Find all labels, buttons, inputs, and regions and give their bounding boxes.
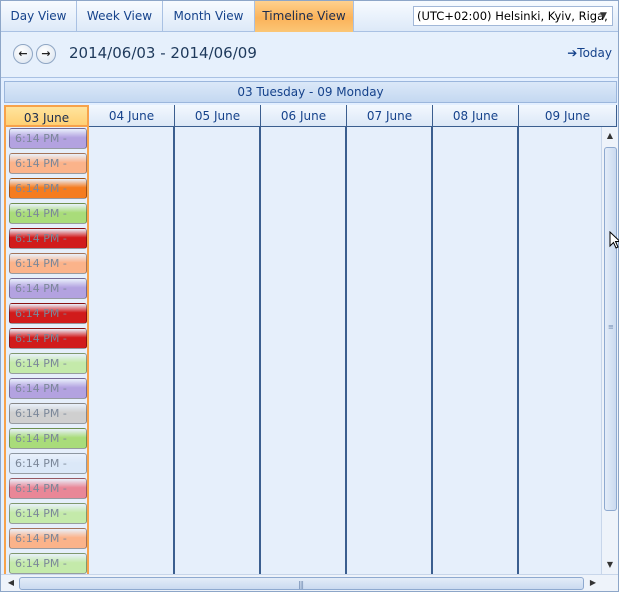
day-header-09-june[interactable]: 09 June	[519, 105, 617, 127]
today-link[interactable]: ➔Today	[567, 46, 612, 60]
today-label: Today	[577, 46, 612, 60]
grip-icon: ≡	[608, 323, 614, 331]
day-header-06-june[interactable]: 06 June	[261, 105, 347, 127]
appointment-item[interactable]: 6:14 PM -	[9, 253, 87, 274]
tab-week-view[interactable]: Week View	[77, 1, 163, 32]
appointment-item[interactable]: 6:14 PM -	[9, 328, 87, 349]
day-header-04-june[interactable]: 04 June	[89, 105, 175, 127]
day-headers: 03 June 04 June 05 June 06 June 07 June …	[4, 105, 617, 127]
horizontal-scrollbar[interactable]: ◀ ||| ▶	[1, 574, 618, 591]
scroll-down-icon[interactable]: ▼	[602, 557, 618, 573]
appointment-item[interactable]: 6:14 PM -	[9, 203, 87, 224]
appointment-item[interactable]: 6:14 PM -	[9, 403, 87, 424]
timeline-grid: 6:14 PM - 6:14 PM - 6:14 PM - 6:14 PM - 6:14…	[4, 127, 601, 574]
appointment-item[interactable]: 6:14 PM -	[9, 128, 87, 149]
appointment-item[interactable]: 6:14 PM -	[9, 153, 87, 174]
vertical-scroll-thumb[interactable]: ≡	[604, 147, 617, 511]
day-header-03-june[interactable]: 03 June	[4, 105, 89, 127]
appointment-item[interactable]: 6:14 PM -	[9, 553, 87, 574]
appointment-item[interactable]: 6:14 PM -	[9, 278, 87, 299]
day-column-08-june[interactable]	[433, 127, 519, 574]
tab-timeline-view[interactable]: Timeline View	[255, 1, 354, 32]
day-header-08-june[interactable]: 08 June	[433, 105, 519, 127]
view-tabbar: Day View Week View Month View Timeline V…	[1, 1, 618, 32]
day-column-06-june[interactable]	[261, 127, 347, 574]
appointment-item[interactable]: 6:14 PM -	[9, 478, 87, 499]
tab-day-view[interactable]: Day View	[1, 1, 77, 32]
tab-month-view[interactable]: Month View	[163, 1, 255, 32]
day-column-04-june[interactable]	[89, 127, 175, 574]
appointment-item[interactable]: 6:14 PM -	[9, 178, 87, 199]
previous-button[interactable]: ←	[13, 44, 33, 64]
appointment-item[interactable]: 6:14 PM -	[9, 528, 87, 549]
right-arrow-icon: →	[41, 47, 51, 60]
day-column-03-june[interactable]: 6:14 PM - 6:14 PM - 6:14 PM - 6:14 PM - 6:14…	[4, 127, 89, 574]
appointment-item[interactable]: 6:14 PM -	[9, 228, 87, 249]
arrow-right-icon: ➔	[567, 46, 578, 60]
scroll-right-icon[interactable]: ▶	[585, 575, 601, 591]
vertical-scrollbar[interactable]: ▲ ≡ ▼	[601, 127, 618, 574]
day-column-07-june[interactable]	[347, 127, 433, 574]
navigation-bar: ← → 2014/06/03 - 2014/06/09 ➔Today	[1, 32, 618, 78]
scroll-up-icon[interactable]: ▲	[602, 128, 618, 144]
day-header-07-june[interactable]: 07 June	[347, 105, 433, 127]
appointment-item[interactable]: 6:14 PM -	[9, 303, 87, 324]
day-column-09-june[interactable]	[519, 127, 601, 574]
scroll-left-icon[interactable]: ◀	[3, 575, 19, 591]
appointment-item[interactable]: 6:14 PM -	[9, 503, 87, 524]
grip-icon: |||	[298, 580, 304, 589]
date-range-title: 2014/06/03 - 2014/06/09	[69, 44, 257, 62]
range-header: 03 Tuesday - 09 Monday	[4, 81, 617, 103]
appointment-item[interactable]: 6:14 PM -	[9, 428, 87, 449]
day-column-05-june[interactable]	[175, 127, 261, 574]
mouse-cursor-icon	[609, 231, 619, 249]
appointment-item[interactable]: 6:14 PM -	[9, 453, 87, 474]
next-button[interactable]: →	[36, 44, 56, 64]
appointment-item[interactable]: 6:14 PM -	[9, 378, 87, 399]
left-arrow-icon: ←	[18, 47, 28, 60]
appointment-item[interactable]: 6:14 PM -	[9, 353, 87, 374]
day-header-05-june[interactable]: 05 June	[175, 105, 261, 127]
horizontal-scroll-thumb[interactable]: |||	[19, 577, 584, 590]
timezone-select[interactable]: (UTC+02:00) Helsinki, Kyiv, Riga, ▼	[413, 6, 613, 26]
timezone-value: (UTC+02:00) Helsinki, Kyiv, Riga,	[417, 9, 608, 23]
chevron-down-icon[interactable]: ▼	[597, 9, 610, 23]
scheduler-window: Day View Week View Month View Timeline V…	[0, 0, 619, 592]
